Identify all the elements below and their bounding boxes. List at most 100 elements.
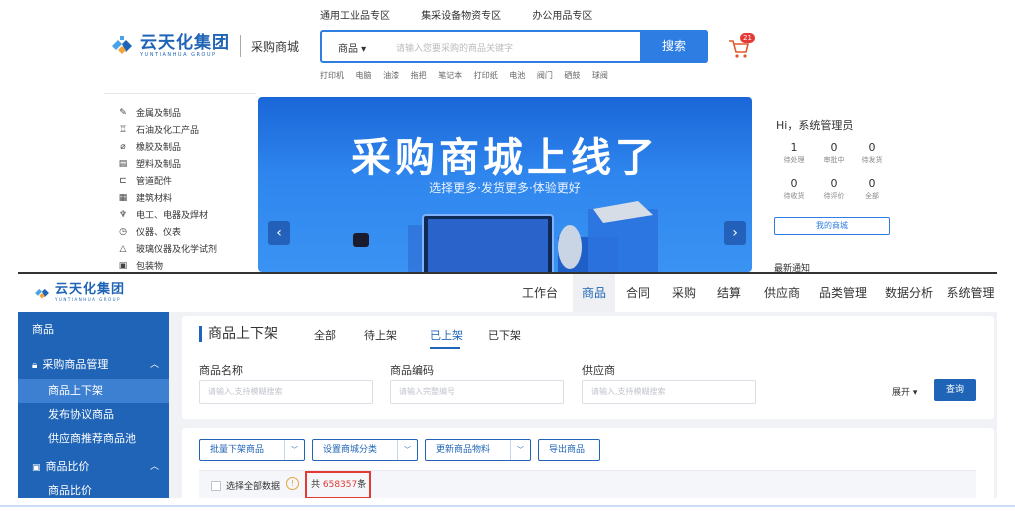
category-item[interactable]: ♆ 电工、电器及焊材 [118,208,209,222]
search-bar: 商品 ▾ 请输入您要采购的商品关键字 搜索 [320,30,708,63]
nav-procurement[interactable]: 采购 [665,274,703,312]
stat-label: 审批中 [823,156,845,164]
admin-logo[interactable]: 云天化集团 YUNTIANHUA GROUP [32,283,125,302]
stat-label: 待发货 [861,156,883,164]
admin-header: 云天化集团 YUNTIANHUA GROUP 工作台 商品 合同 采购 结算 供… [18,274,997,312]
chevron-down-icon[interactable]: ﹀ [510,440,530,460]
stat-to-receive[interactable]: 0 待收货 [774,177,814,201]
user-panel: Hi，系统管理员 1 待处理 0 审批中 0 待发货 0 待收货 0 待评价 0 全部 我的… [760,97,908,272]
stat-to-ship[interactable]: 0 待发货 [852,141,892,165]
rubber-icon: ⌀ [120,141,126,152]
stat-pending[interactable]: 1 待处理 [774,141,814,165]
shop-screenshot: 通用工业品专区 集采设备物资专区 办公用品专区 云天化集团 YUNTIANHUA… [0,0,1015,272]
category-item[interactable]: △ 玻璃仪器及化学试剂 [118,242,217,256]
hotword[interactable]: 电池 [509,71,525,80]
promo-banner[interactable]: 采购商城上线了 选择更多·发货更多·体验更好 ‹ › [258,97,752,272]
tab-listed[interactable]: 已上架 [430,327,463,343]
admin-screenshot: 云天化集团 YUNTIANHUA GROUP 工作台 商品 合同 采购 结算 供… [18,272,997,498]
toplink-office[interactable]: 办公用品专区 [532,11,592,22]
stat-value: 0 [868,141,876,154]
sidebar-title: 商品 [32,323,54,336]
hotword[interactable]: 球阀 [592,71,608,80]
hotword[interactable]: 拖把 [411,71,427,80]
button-label: 批量下架商品 [210,445,265,455]
product-name-input[interactable]: 请输入,支持模糊搜索 [199,380,373,404]
stat-to-review[interactable]: 0 待评价 [814,177,854,201]
batch-delist-button[interactable]: 批量下架商品 ﹀ [199,439,305,461]
stat-approving[interactable]: 0 审批中 [814,141,854,165]
latest-notice-heading: 最新通知 [774,264,811,272]
category-item[interactable]: ♖ 石油及化工产品 [118,123,200,137]
banner-prev-button[interactable]: ‹ [268,221,290,245]
expand-filters-toggle[interactable]: 展开 ▾ [892,385,917,398]
my-mall-button[interactable]: 我的商城 [774,217,890,235]
info-icon[interactable]: ! [286,477,299,490]
logo-en: YUNTIANHUA GROUP [55,297,122,302]
nav-contracts[interactable]: 合同 [619,274,657,312]
nav-settlement[interactable]: 结算 [710,274,748,312]
sidebar-item-publish-agreement[interactable]: 发布协议商品 [18,403,169,427]
cart-button[interactable]: 21 [718,33,758,61]
select-all-checkbox[interactable] [211,481,221,491]
nav-suppliers[interactable]: 供应商 [758,274,806,312]
set-category-button[interactable]: 设置商城分类 ﹀ [312,439,418,461]
nav-system-mgmt[interactable]: 系统管理 [944,274,997,312]
toplink-industrial[interactable]: 通用工业品专区 [320,11,390,22]
category-item[interactable]: ◷ 仪器、仪表 [118,225,181,239]
product-code-input[interactable]: 请输入完整编号 [390,380,564,404]
search-category-select[interactable]: 商品 ▾ [338,40,366,55]
logo-mark-icon [108,33,136,59]
banner-next-button[interactable]: › [724,221,746,245]
category-item[interactable]: ▣ 包装物 [118,259,164,273]
select-all-row: 选择全部数据 ! 共 658357条 [199,470,976,498]
oil-icon: ♖ [118,124,128,135]
export-products-button[interactable]: 导出商品 [538,439,600,461]
category-item[interactable]: ✎ 金属及制品 [118,106,181,120]
nav-products[interactable]: 商品 [573,274,615,312]
chevron-down-icon[interactable]: ﹀ [284,440,304,460]
toplink-equipment[interactable]: 集采设备物资专区 [421,11,501,22]
category-label: 橡胶及制品 [136,143,182,153]
sidebar-item-product-listing[interactable]: 商品上下架 [18,379,169,403]
sidebar-group-price-compare[interactable]: ▣ 商品比价 ︿ [18,455,169,479]
chevron-down-icon[interactable]: ﹀ [397,440,417,460]
lock-icon: 🔒︎ [32,360,38,371]
search-input[interactable]: 请输入您要采购的商品关键字 [396,41,513,54]
chevron-up-icon: ︿ [149,462,159,472]
tab-pending-listing[interactable]: 待上架 [364,327,397,343]
query-button[interactable]: 查询 [934,379,976,401]
plastic-icon: ▤ [118,158,128,169]
sidebar-group-procurement-products[interactable]: 🔒︎ 采购商品管理 ︿ [18,353,169,377]
nav-workbench[interactable]: 工作台 [517,274,563,312]
category-label: 电工、电器及焊材 [136,211,209,221]
category-item[interactable]: ⊏ 管道配件 [118,174,172,188]
sidebar-item-price-compare[interactable]: 商品比价 [18,479,169,498]
filter-label-name: 商品名称 [199,364,243,377]
update-material-button[interactable]: 更新商品物料 ﹀ [425,439,531,461]
tab-all[interactable]: 全部 [314,327,336,343]
hotword[interactable]: 打印纸 [474,71,498,80]
category-label: 石油及化工产品 [136,126,200,136]
logo-en: YUNTIANHUA GROUP [140,52,217,58]
nav-category-mgmt[interactable]: 品类管理 [814,274,872,312]
supplier-input[interactable]: 请输入,支持模糊搜索 [582,380,756,404]
category-label: 包装物 [136,262,164,272]
active-tab-underline [430,347,460,349]
stat-all[interactable]: 0 全部 [852,177,892,201]
hotword[interactable]: 电脑 [356,71,372,80]
category-item[interactable]: ▦ 建筑材料 [118,191,172,205]
chevron-left-icon: ‹ [276,225,282,241]
sidebar-item-supplier-pool[interactable]: 供应商推荐商品池 [18,427,169,451]
category-item[interactable]: ▤ 塑料及制品 [118,157,181,171]
hotword[interactable]: 打印机 [320,71,344,80]
tab-delisted[interactable]: 已下架 [488,327,521,343]
hotword[interactable]: 油漆 [383,71,399,80]
hotword[interactable]: 笔记本 [438,71,462,80]
category-item[interactable]: ⌀ 橡胶及制品 [118,140,182,154]
user-greeting: Hi，系统管理员 [776,119,854,132]
hotword[interactable]: 阀门 [537,71,553,80]
search-button[interactable]: 搜索 [640,30,708,63]
nav-data-analysis[interactable]: 数据分析 [880,274,938,312]
hotword[interactable]: 硒鼓 [564,71,580,80]
shop-logo[interactable]: 云天化集团 YUNTIANHUA GROUP 采购商城 [108,33,299,59]
